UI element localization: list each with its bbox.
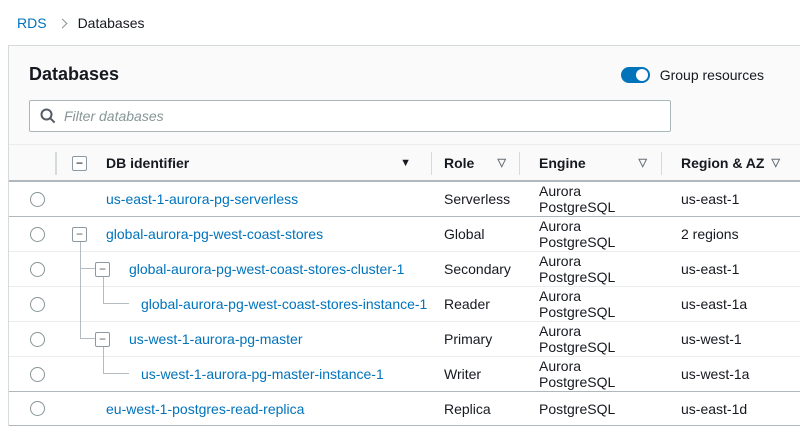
role-cell: Reader [431, 287, 519, 321]
filter-row [9, 85, 800, 144]
filter-databases-input[interactable] [29, 100, 671, 132]
group-resources-label: Group resources [660, 67, 764, 83]
db-identifier-link[interactable]: us-west-1-aurora-pg-master [56, 331, 303, 347]
panel-header: Databases Group resources [9, 46, 800, 85]
table-header: − DB identifier ▼ Role ▽ Engine ▽ Region… [9, 144, 800, 181]
radio-button[interactable] [30, 262, 45, 277]
collapse-row-icon[interactable]: − [95, 332, 110, 347]
collapse-row-icon[interactable]: − [72, 227, 87, 242]
filter-column-icon[interactable]: ▽ [498, 156, 506, 169]
region-az-cell: 2 regions [661, 217, 800, 251]
region-az-cell: us-west-1 [661, 322, 800, 356]
radio-button[interactable] [30, 367, 45, 382]
column-header-db-identifier[interactable]: − DB identifier ▼ [56, 145, 431, 180]
column-header-region-az[interactable]: Region & AZ ▽ [661, 145, 800, 180]
table-row[interactable]: us-east-1-aurora-pg-serverless Serverles… [9, 181, 800, 216]
table-body: us-east-1-aurora-pg-serverless Serverles… [9, 181, 800, 426]
filter-column-icon[interactable]: ▽ [639, 156, 647, 169]
collapse-all-icon[interactable]: − [72, 156, 87, 171]
radio-button[interactable] [30, 401, 45, 416]
db-identifier-link[interactable]: global-aurora-pg-west-coast-stores-insta… [56, 296, 427, 312]
chevron-right-icon [57, 18, 67, 28]
table-row[interactable]: global-aurora-pg-west-coast-stores-insta… [9, 286, 800, 321]
table-row[interactable]: eu-west-1-postgres-read-replica Replica … [9, 391, 800, 426]
table-row[interactable]: − global-aurora-pg-west-coast-stores Glo… [9, 216, 800, 251]
sort-descending-icon[interactable]: ▼ [400, 157, 411, 169]
region-az-cell: us-east-1 [661, 182, 800, 216]
radio-button[interactable] [30, 192, 45, 207]
radio-button[interactable] [30, 227, 45, 242]
role-cell: Primary [431, 322, 519, 356]
breadcrumb: RDS Databases [0, 0, 800, 45]
databases-panel: Databases Group resources − DB identifie… [8, 45, 800, 426]
radio-button[interactable] [30, 332, 45, 347]
engine-cell: Aurora PostgreSQL [519, 287, 661, 321]
radio-button[interactable] [30, 297, 45, 312]
column-header-engine[interactable]: Engine ▽ [519, 145, 661, 180]
page-title: Databases [29, 64, 119, 85]
role-cell: Serverless [431, 182, 519, 216]
engine-cell: Aurora PostgreSQL [519, 322, 661, 356]
region-az-cell: us-east-1a [661, 287, 800, 321]
engine-cell: Aurora PostgreSQL [519, 182, 661, 216]
table-row[interactable]: − us-west-1-aurora-pg-master Primary Aur… [9, 321, 800, 356]
db-identifier-link[interactable]: us-west-1-aurora-pg-master-instance-1 [56, 366, 384, 382]
engine-cell: Aurora PostgreSQL [519, 252, 661, 286]
column-header-role[interactable]: Role ▽ [431, 145, 519, 180]
group-resources-toggle[interactable] [621, 67, 650, 83]
breadcrumb-current-page: Databases [78, 15, 145, 31]
table-row[interactable]: us-west-1-aurora-pg-master-instance-1 Wr… [9, 356, 800, 391]
role-cell: Replica [431, 392, 519, 425]
engine-cell: Aurora PostgreSQL [519, 357, 661, 391]
engine-cell: Aurora PostgreSQL [519, 217, 661, 251]
region-az-cell: us-west-1a [661, 357, 800, 391]
region-az-cell: us-east-1 [661, 252, 800, 286]
engine-cell: PostgreSQL [519, 392, 661, 425]
db-identifier-link[interactable]: us-east-1-aurora-pg-serverless [56, 191, 298, 207]
selection-column-header [9, 145, 56, 180]
region-az-cell: us-east-1d [661, 392, 800, 425]
role-cell: Global [431, 217, 519, 251]
role-cell: Writer [431, 357, 519, 391]
collapse-row-icon[interactable]: − [95, 262, 110, 277]
table-row[interactable]: − global-aurora-pg-west-coast-stores-clu… [9, 251, 800, 286]
db-identifier-link[interactable]: eu-west-1-postgres-read-replica [56, 401, 304, 417]
filter-column-icon[interactable]: ▽ [771, 156, 779, 169]
breadcrumb-link-rds[interactable]: RDS [17, 15, 47, 31]
role-cell: Secondary [431, 252, 519, 286]
group-resources-control: Group resources [621, 67, 764, 83]
db-identifier-link[interactable]: global-aurora-pg-west-coast-stores [56, 226, 323, 242]
